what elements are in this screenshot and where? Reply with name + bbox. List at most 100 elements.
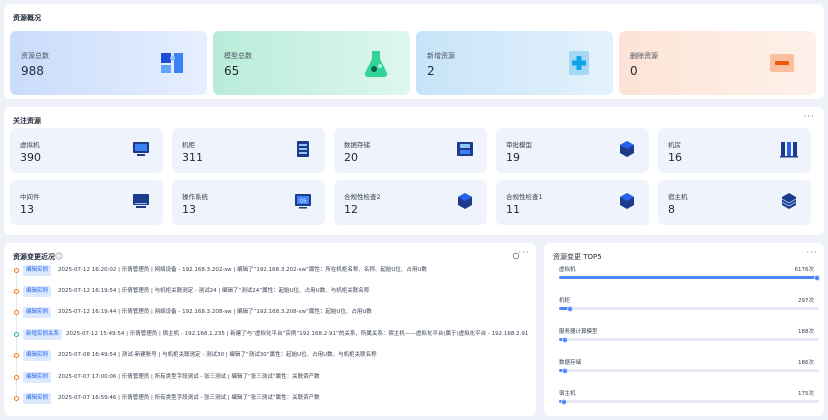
- card-value: 16: [668, 151, 682, 164]
- server-room-icon: [780, 142, 798, 158]
- card-value: 0: [630, 64, 638, 78]
- timeline-dot: [14, 310, 19, 315]
- overview-title: 资源概况: [13, 14, 41, 22]
- top5-progress-knob: [561, 367, 568, 374]
- change-type-tag: 编辑实例: [23, 350, 52, 361]
- resource-card-storage[interactable]: 数据存储 20: [334, 128, 487, 173]
- top5-title: 资源变更 TOP5: [553, 253, 602, 261]
- card-value: 12: [344, 203, 358, 216]
- card-label: 删除资源: [630, 52, 658, 60]
- change-detail: 2025-07-12 16:19:44 | 乐倩管理员 | 网络设备 - 192…: [58, 309, 372, 315]
- card-label: 机房: [668, 141, 681, 149]
- more-menu-icon[interactable]: ···: [806, 248, 818, 258]
- total-resources-card[interactable]: 资源总数 988: [10, 31, 207, 95]
- resource-card-vm[interactable]: 虚拟机 390: [10, 128, 163, 173]
- change-type-tag: 新增实例关系: [23, 329, 63, 340]
- timeline-item[interactable]: 编辑实例 2025-07-12 16:19:54 | 乐倩管理员 | 与机柜关联…: [4, 285, 534, 299]
- resource-card-compliance-2[interactable]: 合规性检查2 12: [334, 180, 487, 225]
- top5-progress-knob: [561, 398, 568, 405]
- card-value: 390: [20, 151, 41, 164]
- top5-item-count: 186次: [798, 360, 814, 366]
- deleted-resources-card[interactable]: 删除资源 0: [619, 31, 816, 95]
- top5-item-count: 297次: [798, 298, 814, 304]
- card-label: 机柜: [182, 141, 195, 149]
- timeline-dot: [14, 396, 19, 401]
- overview-panel: 资源概况 资源总数 988 模型总数 65 新增资源 2 删除资源 0: [4, 4, 824, 99]
- storage-icon: [457, 142, 473, 156]
- monitor-icon: [133, 194, 149, 208]
- resource-card-approval-model[interactable]: 审批模型 19: [496, 128, 649, 173]
- cabinet-icon: [297, 141, 309, 157]
- os-icon: OS: [295, 194, 311, 209]
- resource-card-compliance-1[interactable]: 合规性检查1 11: [496, 180, 649, 225]
- cube-icon: [620, 141, 634, 157]
- resource-card-middleware[interactable]: 中间件 13: [10, 180, 163, 225]
- top5-item-label: 机柜: [559, 298, 571, 304]
- timeline-dot: [14, 332, 19, 337]
- recent-changes-panel: 资源变更近况 ··· 编辑实例 2025-07-12 16:20:02 | 乐倩…: [4, 243, 536, 416]
- card-value: 311: [182, 151, 203, 164]
- card-label: 模型总数: [224, 52, 252, 60]
- focus-resources-panel: 关注资源 ··· 虚拟机 390 机柜 311 数据存储 20 审批模型 19 …: [4, 107, 824, 235]
- timeline-item[interactable]: 编辑实例 2025-07-07 17:00:06 | 乐倩管理员 | 所有类型字…: [4, 371, 534, 385]
- cube-icon: [620, 193, 634, 209]
- card-value: 19: [506, 151, 520, 164]
- more-menu-icon[interactable]: ···: [518, 248, 530, 258]
- top5-item-label: 数据存储: [559, 360, 582, 366]
- more-menu-icon[interactable]: ···: [803, 112, 815, 122]
- change-detail: 2025-07-08 16:49:54 | 测试-新建账号 | 与机柜关联测定 …: [58, 352, 377, 358]
- timeline-dot: [14, 289, 19, 294]
- change-detail: 2025-07-12 15:49:54 | 乐倩管理员 | 宿主机 - 192.…: [66, 331, 529, 337]
- change-type-tag: 编辑实例: [23, 286, 52, 297]
- card-label: 中间件: [20, 193, 40, 201]
- add-box-icon: [569, 51, 589, 75]
- top5-item-label: 虚拟机: [559, 267, 576, 273]
- timeline-item[interactable]: 新增实例关系 2025-07-12 15:49:54 | 乐倩管理员 | 宿主机…: [4, 328, 534, 342]
- change-type-tag: 编辑实例: [23, 393, 52, 404]
- card-value: 20: [344, 151, 358, 164]
- focus-title: 关注资源: [13, 117, 41, 125]
- resource-card-cabinet[interactable]: 机柜 311: [172, 128, 325, 173]
- top5-item-count: 188次: [798, 329, 814, 335]
- change-type-tag: 编辑实例: [23, 265, 52, 276]
- top5-progress-track: [559, 305, 819, 312]
- timeline-item[interactable]: 编辑实例 2025-07-07 16:59:46 | 乐倩管理员 | 所有类型字…: [4, 392, 534, 406]
- timeline-dot: [14, 375, 19, 380]
- top5-progress-fill: [559, 276, 819, 279]
- resource-card-server-room[interactable]: 机房 16: [658, 128, 811, 173]
- change-detail: 2025-07-07 17:00:06 | 乐倩管理员 | 所有类型字段测试 -…: [58, 374, 320, 380]
- timeline-item[interactable]: 编辑实例 2025-07-12 16:19:44 | 乐倩管理员 | 网络设备 …: [4, 306, 534, 320]
- top5-item-label: 服务器计算模型: [559, 329, 598, 335]
- change-type-tag: 编辑实例: [23, 307, 52, 318]
- top5-progress-track: [559, 367, 819, 374]
- new-resources-card[interactable]: 新增资源 2: [416, 31, 613, 95]
- vm-monitor-icon: [133, 142, 149, 156]
- card-value: 2: [427, 64, 435, 78]
- top5-item-count: 175次: [798, 391, 814, 397]
- change-detail: 2025-07-12 16:20:02 | 乐倩管理员 | 网络设备 - 192…: [58, 267, 427, 273]
- card-value: 13: [182, 203, 196, 216]
- card-label: 合规性检查2: [344, 193, 381, 201]
- card-label: 审批模型: [506, 141, 532, 149]
- total-models-card[interactable]: 模型总数 65: [213, 31, 410, 95]
- top5-progress-track: [559, 336, 819, 343]
- resource-card-os[interactable]: 操作系统 13 OS: [172, 180, 325, 225]
- card-label: 宿主机: [668, 193, 688, 201]
- puzzle-icon: [161, 53, 183, 73]
- top5-progress-knob: [561, 336, 568, 343]
- resource-card-host[interactable]: 宿主机 8: [658, 180, 811, 225]
- info-icon[interactable]: [55, 252, 63, 260]
- top5-panel: 资源变更 TOP5 ··· 虚拟机 6176次机柜 297次服务器计算模型 188次数…: [544, 243, 824, 416]
- host-cube-icon: [781, 193, 797, 209]
- recent-title: 资源变更近况: [13, 253, 55, 261]
- svg-text:OS: OS: [299, 199, 306, 205]
- timeline-item[interactable]: 编辑实例 2025-07-08 16:49:54 | 测试-新建账号 | 与机柜…: [4, 349, 534, 363]
- top5-item-count: 6176次: [794, 267, 815, 273]
- top5-progress-track: [559, 274, 820, 281]
- card-value: 11: [506, 203, 520, 216]
- card-value: 8: [668, 203, 675, 216]
- timeline-item[interactable]: 编辑实例 2025-07-12 16:20:02 | 乐倩管理员 | 网络设备 …: [4, 264, 534, 278]
- top5-item-label: 宿主机: [559, 391, 576, 397]
- top5-progress-knob: [566, 305, 573, 312]
- timeline-dot: [14, 353, 19, 358]
